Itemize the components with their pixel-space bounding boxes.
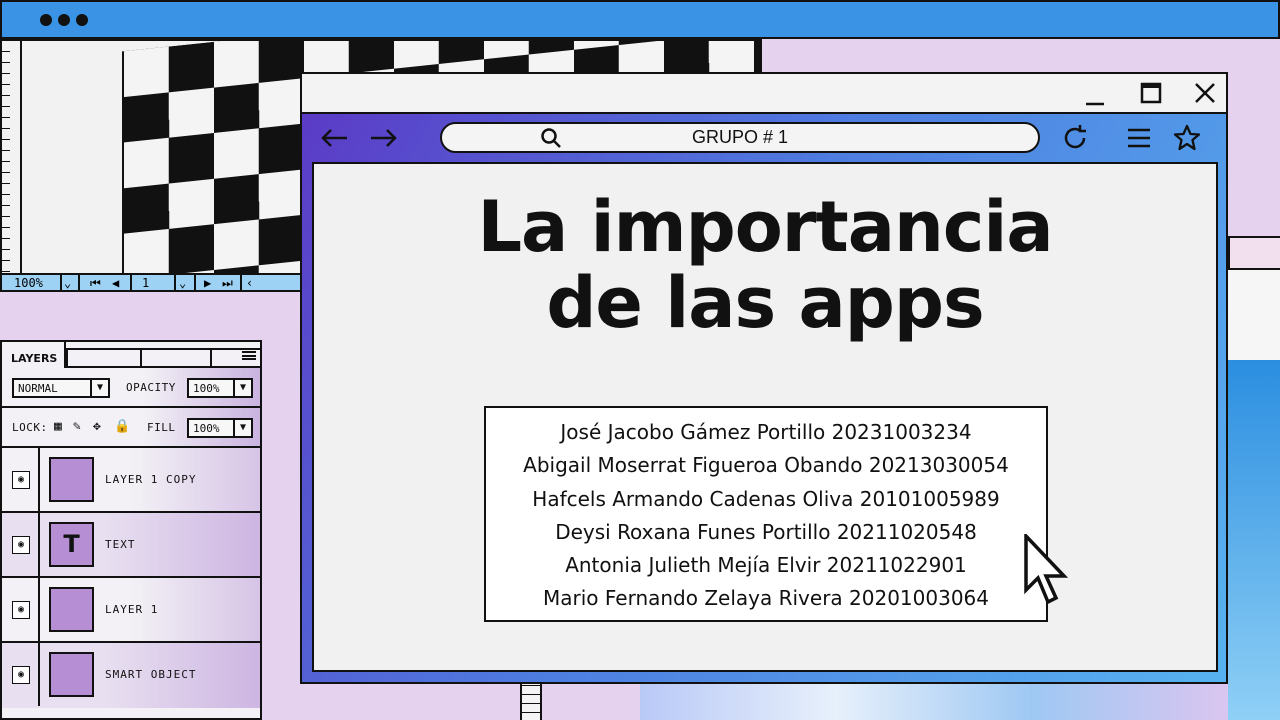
eye-icon[interactable]: ◉ [12, 666, 30, 684]
refresh-icon[interactable] [1060, 123, 1090, 153]
opacity-label: OPACITY [126, 381, 176, 394]
list-item: Deysi Roxana Funes Portillo 20211020548 [555, 519, 977, 544]
page-content: La importancia de las apps José Jacobo G… [312, 162, 1218, 672]
fill-select[interactable]: 100% ▼ [187, 418, 253, 438]
maximize-icon[interactable] [1136, 80, 1166, 108]
lock-transparency-icon[interactable]: ▦ [54, 419, 62, 434]
layer-row[interactable]: ◉ LAYER 1 COPY [2, 448, 260, 513]
layer-thumbnail [49, 652, 94, 697]
address-bar[interactable]: GRUPO # 1 [440, 122, 1040, 153]
star-bookmark-icon[interactable] [1172, 123, 1202, 153]
address-text: GRUPO # 1 [691, 127, 789, 147]
chevron-down-icon: ▼ [233, 420, 251, 436]
window-dot-icon[interactable] [76, 14, 88, 26]
eye-icon[interactable]: ◉ [12, 536, 30, 554]
layer-name: TEXT [105, 538, 136, 551]
search-icon [541, 128, 561, 148]
opacity-select[interactable]: 100% ▼ [187, 378, 253, 398]
minimize-icon[interactable] [1080, 80, 1110, 108]
layer-name: LAYER 1 COPY [105, 473, 197, 486]
members-list: José Jacobo Gámez Portillo 20231003234 A… [484, 406, 1048, 622]
list-item: Hafcels Armando Cadenas Oliva 2010100598… [532, 486, 1000, 511]
page-title: La importancia de las apps [477, 186, 1053, 344]
list-item: Antonia Julieth Mejía Elvir 20211022901 [565, 553, 967, 578]
lock-fill-row: LOCK: ▦ ✎ ✥ 🔒 FILL 100% ▼ [2, 408, 260, 448]
layers-panel: LAYERS NORMAL ▼ OPACITY 100% ▼ LOCK: ▦ ✎… [0, 340, 262, 720]
lock-paint-icon[interactable]: ✎ [73, 419, 81, 434]
viewer-nav-strip: 100% ⌄ ⏮ ◀ 1 ⌄ ▶ ⏭ ‹ [2, 273, 302, 290]
chevron-down-icon: ▼ [233, 380, 251, 396]
list-item: Abigail Moserrat Figueroa Obando 2021303… [523, 453, 1009, 478]
chevron-down-icon: ▼ [90, 380, 108, 396]
menu-icon[interactable] [1124, 123, 1154, 153]
layer-thumbnail [49, 457, 94, 502]
layer-row[interactable]: ◉ LAYER 1 [2, 578, 260, 643]
scroll-left-icon[interactable]: ‹ [246, 276, 253, 290]
vertical-ruler [2, 41, 22, 273]
window-dot-icon[interactable] [40, 14, 52, 26]
window-dot-icon[interactable] [58, 14, 70, 26]
layer-name: SMART OBJECT [105, 668, 197, 681]
forward-arrow-icon[interactable] [368, 123, 398, 153]
eye-icon[interactable]: ◉ [12, 601, 30, 619]
mouse-cursor-icon [1024, 534, 1068, 605]
layer-thumbnail [49, 587, 94, 632]
browser-title-bar [302, 74, 1226, 114]
browser-window: GRUPO # 1 La importancia de las apps Jos… [300, 72, 1228, 684]
close-icon[interactable] [1190, 80, 1220, 108]
list-item: Mario Fernando Zelaya Rivera 20201003064 [542, 586, 990, 611]
layer-row[interactable]: ◉ SMART OBJECT [2, 643, 260, 708]
browser-body: GRUPO # 1 La importancia de las apps Jos… [302, 114, 1226, 682]
eye-icon[interactable]: ◉ [12, 471, 30, 489]
tab-layers[interactable]: LAYERS [2, 342, 66, 368]
layer-name: LAYER 1 [105, 603, 159, 616]
back-arrow-icon[interactable] [320, 123, 350, 153]
background-window-right-content [1228, 268, 1280, 720]
fill-label: FILL [147, 421, 176, 434]
text-layer-thumbnail: T [49, 522, 94, 567]
desktop-top-bar [0, 0, 1280, 39]
lock-all-icon[interactable]: 🔒 [114, 419, 131, 434]
lock-label: LOCK: [12, 421, 48, 434]
layer-row[interactable]: ◉ T TEXT [2, 513, 260, 578]
list-item: José Jacobo Gámez Portillo 20231003234 [560, 420, 972, 444]
blend-mode-select[interactable]: NORMAL ▼ [12, 378, 110, 398]
lock-position-icon[interactable]: ✥ [93, 419, 101, 434]
tab-blank[interactable] [66, 348, 140, 368]
blend-opacity-row: NORMAL ▼ OPACITY 100% ▼ [2, 368, 260, 408]
tab-blank[interactable] [140, 348, 210, 368]
panel-menu-icon[interactable] [242, 351, 256, 360]
